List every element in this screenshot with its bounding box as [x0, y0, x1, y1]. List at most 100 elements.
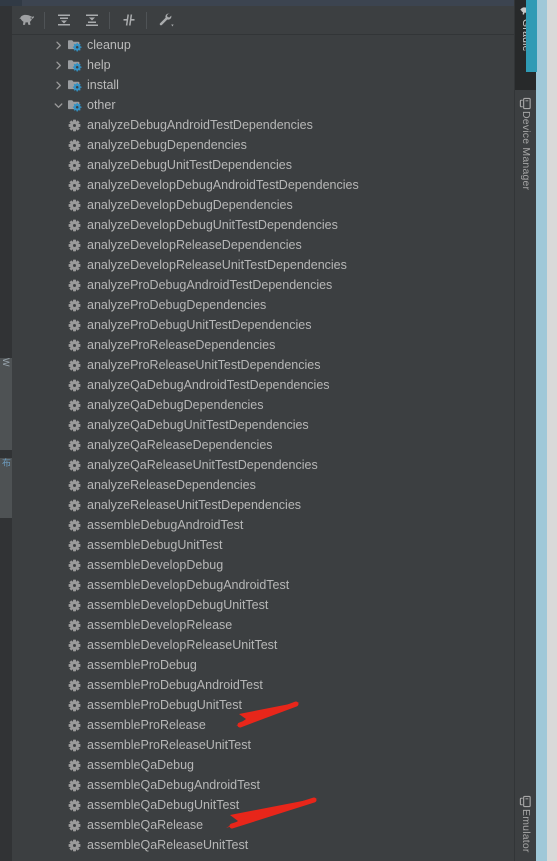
- expand-all-button[interactable]: [51, 8, 77, 32]
- tree-task-row[interactable]: analyzeDevelopReleaseUnitTestDependencie…: [12, 255, 515, 275]
- gradle-folder-icon: [65, 95, 83, 115]
- tree-task-row[interactable]: analyzeReleaseUnitTestDependencies: [12, 495, 515, 515]
- gear-icon: [68, 419, 80, 431]
- tree-task-label: analyzeQaReleaseUnitTestDependencies: [87, 458, 318, 472]
- tree-task-row[interactable]: analyzeQaDebugUnitTestDependencies: [12, 415, 515, 435]
- tree-folder-label: install: [87, 78, 119, 92]
- gear-icon: [65, 275, 83, 295]
- tree-task-row[interactable]: assembleQaDebugAndroidTest: [12, 775, 515, 795]
- tree-task-row[interactable]: assembleQaRelease: [12, 815, 515, 835]
- tree-task-row[interactable]: assembleProDebug: [12, 655, 515, 675]
- gradle-toolbar: [12, 6, 515, 35]
- tree-task-row[interactable]: assembleDevelopDebug: [12, 555, 515, 575]
- tree-task-label: analyzeDebugAndroidTestDependencies: [87, 118, 313, 132]
- gear-icon: [68, 379, 80, 391]
- tree-folder-row[interactable]: help: [12, 55, 515, 75]
- gear-icon: [65, 475, 83, 495]
- tree-task-row[interactable]: analyzeDebugUnitTestDependencies: [12, 155, 515, 175]
- settings-button[interactable]: [153, 8, 179, 32]
- device-icon-svg: [519, 97, 531, 109]
- chevron-right-icon: [56, 61, 61, 69]
- tree-task-row[interactable]: assembleQaReleaseUnitTest: [12, 835, 515, 855]
- gear-icon: [65, 795, 83, 815]
- emulator-icon-svg: [519, 795, 531, 807]
- tree-task-row[interactable]: analyzeQaReleaseUnitTestDependencies: [12, 455, 515, 475]
- tree-task-row[interactable]: assembleDevelopReleaseUnitTest: [12, 635, 515, 655]
- tree-task-row[interactable]: assembleProReleaseUnitTest: [12, 735, 515, 755]
- chevron-right-icon[interactable]: [52, 35, 65, 55]
- tree-task-row[interactable]: analyzeReleaseDependencies: [12, 475, 515, 495]
- tree-task-label: analyzeProReleaseUnitTestDependencies: [87, 358, 321, 372]
- gear-icon: [68, 699, 80, 711]
- tree-task-row[interactable]: analyzeDevelopReleaseDependencies: [12, 235, 515, 255]
- tree-folder-row[interactable]: cleanup: [12, 35, 515, 55]
- chevron-right-icon[interactable]: [52, 55, 65, 75]
- tree-task-row[interactable]: assembleProRelease: [12, 715, 515, 735]
- tab-device-manager[interactable]: Device Manager: [515, 92, 536, 227]
- tree-task-label: analyzeProDebugUnitTestDependencies: [87, 318, 312, 332]
- tree-task-row[interactable]: analyzeDebugDependencies: [12, 135, 515, 155]
- gear-icon: [65, 515, 83, 535]
- tree-task-row[interactable]: analyzeQaReleaseDependencies: [12, 435, 515, 455]
- gradle-folder-icon: [65, 55, 83, 75]
- tree-task-row[interactable]: analyzeProDebugDependencies: [12, 295, 515, 315]
- gear-icon: [68, 179, 80, 191]
- tree-task-label: analyzeDebugDependencies: [87, 138, 247, 152]
- tree-task-row[interactable]: analyzeQaDebugDependencies: [12, 395, 515, 415]
- gear-icon: [68, 299, 80, 311]
- tree-task-row[interactable]: assembleDevelopRelease: [12, 615, 515, 635]
- tree-task-row[interactable]: assembleProDebugUnitTest: [12, 695, 515, 715]
- tree-task-row[interactable]: assembleQaDebugUnitTest: [12, 795, 515, 815]
- gear-icon: [68, 819, 80, 831]
- tree-task-row[interactable]: assembleDevelopDebugUnitTest: [12, 595, 515, 615]
- gear-icon: [65, 395, 83, 415]
- gradle-elephant-icon[interactable]: [14, 8, 40, 32]
- toggle-offline-button[interactable]: [116, 8, 142, 32]
- chevron-down-icon[interactable]: [52, 95, 65, 115]
- collapse-all-button[interactable]: [79, 8, 105, 32]
- tree-task-label: analyzeReleaseUnitTestDependencies: [87, 498, 302, 512]
- gradle-task-tree[interactable]: cleanup help install other analyzeDebugAndro…: [12, 35, 515, 861]
- tree-task-row[interactable]: analyzeDevelopDebugAndroidTestDependenci…: [12, 175, 515, 195]
- tree-task-row[interactable]: assembleQaDebug: [12, 755, 515, 775]
- tree-task-row[interactable]: analyzeDevelopDebugDependencies: [12, 195, 515, 215]
- tree-folder-row[interactable]: other: [12, 95, 515, 115]
- gear-icon: [65, 355, 83, 375]
- tree-task-label: assembleDevelopReleaseUnitTest: [87, 638, 278, 652]
- gear-icon: [65, 375, 83, 395]
- tree-task-row[interactable]: analyzeDevelopDebugUnitTestDependencies: [12, 215, 515, 235]
- tree-task-row[interactable]: analyzeDebugAndroidTestDependencies: [12, 115, 515, 135]
- tree-task-row[interactable]: assembleDevelopDebugAndroidTest: [12, 575, 515, 595]
- tree-folder-label: cleanup: [87, 38, 131, 52]
- gear-icon: [65, 755, 83, 775]
- tree-task-row[interactable]: analyzeProDebugUnitTestDependencies: [12, 315, 515, 335]
- tree-task-label: assembleQaRelease: [87, 818, 204, 832]
- gear-icon: [68, 539, 80, 551]
- left-tab-1[interactable]: W: [0, 358, 12, 450]
- tree-task-row[interactable]: analyzeProDebugAndroidTestDependencies: [12, 275, 515, 295]
- tree-task-label: assembleDebugUnitTest: [87, 538, 223, 552]
- tree-task-row[interactable]: assembleProDebugAndroidTest: [12, 675, 515, 695]
- tree-task-row[interactable]: analyzeProReleaseDependencies: [12, 335, 515, 355]
- left-tab-2[interactable]: 布: [0, 458, 12, 518]
- gear-icon: [65, 555, 83, 575]
- tree-task-row[interactable]: analyzeQaDebugAndroidTestDependencies: [12, 375, 515, 395]
- gear-icon: [68, 479, 80, 491]
- chevron-right-icon[interactable]: [52, 75, 65, 95]
- gear-icon: [65, 415, 83, 435]
- tree-folder-row[interactable]: install: [12, 75, 515, 95]
- tree-task-row[interactable]: analyzeProReleaseUnitTestDependencies: [12, 355, 515, 375]
- gear-icon: [65, 675, 83, 695]
- gear-icon: [65, 735, 83, 755]
- wrench-icon: [159, 13, 174, 27]
- tree-task-row[interactable]: assembleDebugUnitTest: [12, 535, 515, 555]
- elephant-icon-svg: [19, 14, 35, 25]
- gear-icon: [68, 219, 80, 231]
- tab-emulator[interactable]: Emulator: [515, 790, 536, 861]
- tree-task-label: analyzeProDebugAndroidTestDependencies: [87, 278, 333, 292]
- tree-task-row[interactable]: assembleDebugAndroidTest: [12, 515, 515, 535]
- gear-icon: [68, 799, 80, 811]
- collapse-all-icon: [86, 14, 98, 26]
- gear-icon: [68, 579, 80, 591]
- gear-icon: [68, 559, 80, 571]
